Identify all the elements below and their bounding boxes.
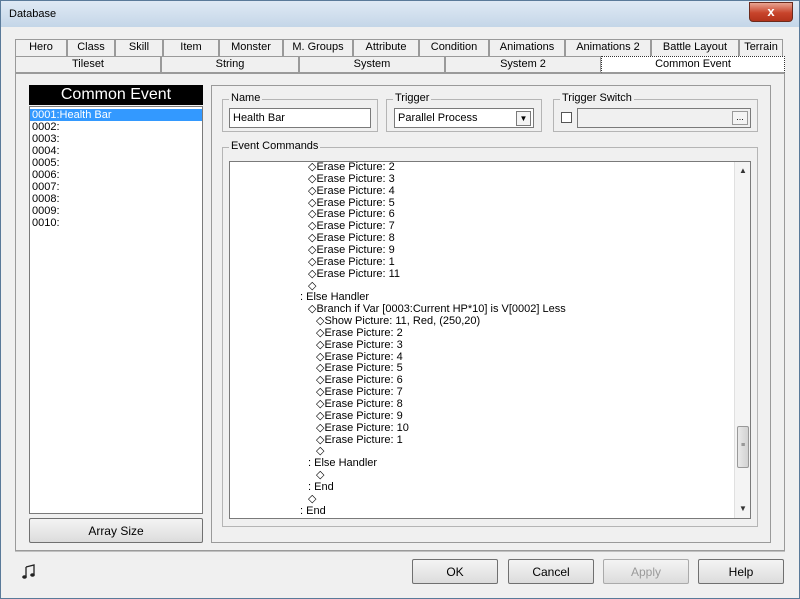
window-title: Database bbox=[9, 8, 57, 20]
list-item[interactable]: : End bbox=[300, 505, 326, 517]
name-label: Name bbox=[229, 92, 263, 104]
dropdown-arrow-icon[interactable]: ▼ bbox=[516, 111, 531, 126]
tab-tileset[interactable]: Tileset bbox=[15, 56, 161, 73]
tab-attribute[interactable]: Attribute bbox=[353, 39, 419, 56]
cancel-button[interactable]: Cancel bbox=[508, 559, 594, 584]
list-item[interactable]: 0002: bbox=[30, 121, 202, 133]
trigger-label: Trigger bbox=[393, 92, 432, 104]
list-item[interactable]: : End bbox=[308, 481, 334, 493]
trigger-switch-browse-button[interactable]: ... bbox=[732, 111, 748, 125]
tab-hero[interactable]: Hero bbox=[15, 39, 67, 56]
list-item[interactable]: ◇Erase Picture: 5 bbox=[316, 362, 403, 374]
list-item[interactable]: ◇ bbox=[316, 469, 324, 481]
list-item[interactable]: ◇ bbox=[308, 493, 316, 505]
trigger-group: Trigger Parallel Process ▼ bbox=[386, 92, 542, 132]
list-item[interactable]: ◇Erase Picture: 9 bbox=[316, 410, 403, 422]
event-commands-label: Event Commands bbox=[229, 140, 321, 152]
list-item[interactable]: ◇Erase Picture: 2 bbox=[316, 327, 403, 339]
tab-battle-layout[interactable]: Battle Layout bbox=[651, 39, 739, 56]
list-item[interactable]: : Else Handler bbox=[300, 291, 369, 303]
list-item[interactable]: ◇Erase Picture: 11 bbox=[308, 268, 400, 280]
help-button[interactable]: Help bbox=[698, 559, 784, 584]
trigger-switch-group: Trigger Switch ... bbox=[553, 92, 758, 132]
apply-button[interactable]: Apply bbox=[603, 559, 689, 584]
trigger-dropdown[interactable]: Parallel Process ▼ bbox=[394, 108, 534, 128]
tab-strip: Hero Class Skill Item Monster M. Groups Attrib… bbox=[15, 35, 785, 75]
list-item[interactable]: ◇Erase Picture: 4 bbox=[308, 185, 395, 197]
list-item[interactable]: 0003: bbox=[30, 133, 202, 145]
title-bar[interactable]: Database x bbox=[1, 1, 799, 27]
list-item[interactable]: ◇Show Picture: 11, Red, (250,20) bbox=[316, 315, 480, 327]
trigger-value: Parallel Process bbox=[398, 112, 478, 124]
event-commands-list[interactable]: ▲ ≡ ▼ ◇Erase Picture: 2 ◇Erase Picture: 3… bbox=[229, 161, 751, 519]
list-item[interactable]: ◇Erase Picture: 6 bbox=[316, 374, 403, 386]
event-commands-scrollbar[interactable]: ▲ ≡ ▼ bbox=[734, 162, 750, 518]
tab-class[interactable]: Class bbox=[67, 39, 115, 56]
array-size-button[interactable]: Array Size bbox=[29, 518, 203, 543]
trigger-switch-field[interactable]: ... bbox=[577, 108, 751, 128]
close-button[interactable]: x bbox=[749, 2, 793, 22]
tab-animations-2[interactable]: Animations 2 bbox=[565, 39, 651, 56]
name-group: Name Health Bar bbox=[222, 92, 378, 132]
list-item[interactable]: 0008: bbox=[30, 193, 202, 205]
tab-m-groups[interactable]: M. Groups bbox=[283, 39, 353, 56]
tab-common-event[interactable]: Common Event bbox=[601, 56, 785, 73]
scroll-down-arrow-icon[interactable]: ▼ bbox=[735, 502, 750, 516]
scroll-up-arrow-icon[interactable]: ▲ bbox=[735, 164, 750, 178]
common-event-list[interactable]: 0001:Health Bar 0002: 0003: 0004: 0005: 0006:… bbox=[29, 106, 203, 514]
tab-monster[interactable]: Monster bbox=[219, 39, 283, 56]
tab-row-1: Hero Class Skill Item Monster M. Groups Attrib… bbox=[15, 39, 783, 56]
list-item[interactable]: ◇ bbox=[316, 445, 324, 457]
list-item[interactable]: 0005: bbox=[30, 157, 202, 169]
tab-skill[interactable]: Skill bbox=[115, 39, 163, 56]
list-item[interactable]: ◇Erase Picture: 2 bbox=[308, 162, 395, 173]
list-item[interactable]: 0006: bbox=[30, 169, 202, 181]
list-item[interactable]: ◇Erase Picture: 7 bbox=[308, 220, 395, 232]
list-item[interactable]: 0004: bbox=[30, 145, 202, 157]
list-item[interactable]: ◇Erase Picture: 6 bbox=[308, 208, 395, 220]
trigger-switch-checkbox[interactable] bbox=[561, 112, 572, 123]
list-item[interactable]: ◇Erase Picture: 3 bbox=[316, 339, 403, 351]
tab-system-2[interactable]: System 2 bbox=[445, 56, 601, 73]
list-item[interactable]: ◇Erase Picture: 9 bbox=[308, 244, 395, 256]
list-item[interactable]: ◇Erase Picture: 3 bbox=[308, 173, 395, 185]
common-event-header: Common Event bbox=[29, 85, 203, 105]
list-item[interactable]: ◇Erase Picture: 8 bbox=[308, 232, 395, 244]
ok-button[interactable]: OK bbox=[412, 559, 498, 584]
list-item[interactable]: ◇Erase Picture: 8 bbox=[316, 398, 403, 410]
bottom-separator bbox=[15, 551, 785, 552]
list-item[interactable]: ◇Erase Picture: 1 bbox=[308, 256, 395, 268]
list-item[interactable]: 0009: bbox=[30, 205, 202, 217]
tab-string[interactable]: String bbox=[161, 56, 299, 73]
list-item[interactable]: ◇Erase Picture: 10 bbox=[316, 422, 409, 434]
scroll-thumb[interactable]: ≡ bbox=[737, 426, 749, 468]
database-window: Database x Hero Class Skill Item Monster M. G… bbox=[0, 0, 800, 599]
list-item[interactable]: ◇Erase Picture: 1 bbox=[316, 434, 403, 446]
list-item[interactable]: ◇Erase Picture: 7 bbox=[316, 386, 403, 398]
list-item[interactable]: 0010: bbox=[30, 217, 202, 229]
list-item[interactable]: 0001:Health Bar bbox=[30, 109, 202, 121]
list-item[interactable]: 0007: bbox=[30, 181, 202, 193]
tab-animations[interactable]: Animations bbox=[489, 39, 565, 56]
trigger-switch-label: Trigger Switch bbox=[560, 92, 634, 104]
list-item[interactable]: : Else Handler bbox=[308, 457, 377, 469]
list-item[interactable]: ◇Erase Picture: 5 bbox=[308, 197, 395, 209]
name-input[interactable]: Health Bar bbox=[229, 108, 371, 128]
list-item[interactable]: ◇Erase Picture: 4 bbox=[316, 351, 403, 363]
tab-system[interactable]: System bbox=[299, 56, 445, 73]
tab-row-2: Tileset String System System 2 Common Event bbox=[15, 56, 785, 73]
list-item[interactable]: ◇ bbox=[308, 280, 316, 292]
list-item[interactable]: ◇Branch if Var [0003:Current HP*10] is V… bbox=[308, 303, 566, 315]
music-note-icon[interactable] bbox=[21, 564, 37, 580]
tab-condition[interactable]: Condition bbox=[419, 39, 489, 56]
tab-terrain[interactable]: Terrain bbox=[739, 39, 783, 56]
tab-item[interactable]: Item bbox=[163, 39, 219, 56]
